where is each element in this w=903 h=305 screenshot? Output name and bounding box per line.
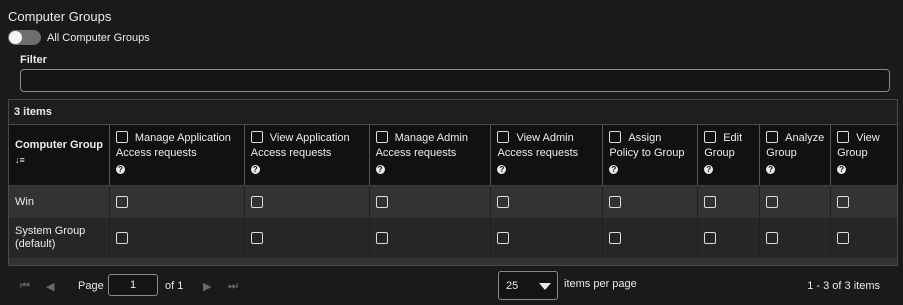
permissions-grid: 3 items Computer Group ↓≡ Manage Applica… (8, 99, 898, 266)
column-header-assign-policy: Assign Policy to Group ? (603, 125, 699, 185)
page-count-label: of 1 (165, 280, 184, 292)
help-icon[interactable]: ? (837, 165, 847, 174)
header-checkbox[interactable] (766, 131, 779, 143)
range-label: 1 - 3 of 3 items (807, 280, 880, 292)
help-icon[interactable]: ? (497, 165, 507, 174)
column-header-computer-group[interactable]: Computer Group ↓≡ (9, 125, 110, 185)
cell-checkbox[interactable] (760, 218, 832, 258)
cell-checkbox[interactable] (370, 186, 492, 218)
column-header-label: Computer Group (15, 139, 103, 151)
first-page-icon[interactable]: ⏮ (20, 280, 30, 293)
header-checkbox[interactable] (250, 131, 263, 143)
column-header-analyze-group: Analyze Group ? (760, 125, 832, 185)
cell-checkbox[interactable] (831, 186, 897, 218)
cell-checkbox[interactable] (603, 186, 699, 218)
checkbox[interactable] (766, 196, 779, 208)
all-groups-toggle[interactable] (8, 30, 41, 45)
checkbox[interactable] (375, 232, 388, 244)
column-header-view-admin-access: View Admin Access requests ? (491, 125, 604, 185)
toggle-knob (9, 31, 22, 44)
checkbox[interactable] (766, 232, 779, 244)
checkbox[interactable] (497, 196, 510, 208)
chevron-down-icon (539, 283, 551, 290)
all-groups-toggle-row: All Computer Groups (8, 30, 150, 45)
cell-checkbox[interactable] (245, 186, 370, 218)
column-header-edit-group: Edit Group ? (698, 125, 761, 185)
cell-checkbox[interactable] (110, 186, 245, 218)
cell-checkbox[interactable] (603, 218, 699, 258)
filter-input[interactable] (20, 69, 890, 92)
column-header-label: View Admin Access requests (497, 132, 579, 159)
items-per-page-select[interactable]: 25 (498, 271, 558, 300)
per-page-value: 25 (506, 279, 519, 292)
checkbox[interactable] (115, 196, 128, 208)
next-page-icon[interactable]: ▶ (203, 280, 211, 293)
header-checkbox[interactable] (115, 131, 128, 143)
table-row[interactable]: Win (9, 186, 897, 218)
page-title: Computer Groups (8, 9, 112, 24)
group-name: System Group (default) (9, 218, 110, 258)
checkbox[interactable] (609, 232, 622, 244)
page-number-input[interactable] (108, 274, 158, 296)
checkbox[interactable] (704, 232, 717, 244)
items-per-page-label: items per page (564, 278, 637, 290)
sort-descending-icon[interactable]: ↓≡ (15, 153, 105, 168)
header-checkbox[interactable] (375, 131, 388, 143)
grid-header: Computer Group ↓≡ Manage Application Acc… (9, 125, 897, 186)
header-checkbox[interactable] (609, 131, 622, 143)
table-row-partial (9, 258, 897, 265)
help-icon[interactable]: ? (704, 165, 714, 174)
cell-checkbox[interactable] (110, 218, 245, 258)
last-page-icon[interactable]: ⏭ (228, 280, 238, 293)
cell-checkbox[interactable] (698, 218, 761, 258)
column-header-manage-admin-access: Manage Admin Access requests ? (370, 125, 492, 185)
column-header-view-app-access: View Application Access requests ? (245, 125, 370, 185)
cell-checkbox[interactable] (698, 186, 761, 218)
table-row[interactable]: System Group (default) (9, 218, 897, 258)
column-header-manage-app-access: Manage Application Access requests ? (110, 125, 245, 185)
filter-label: Filter (20, 54, 47, 66)
header-checkbox[interactable] (497, 131, 510, 143)
checkbox[interactable] (837, 196, 850, 208)
column-header-label: Manage Application Access requests (115, 132, 231, 159)
checkbox[interactable] (837, 232, 850, 244)
help-icon[interactable]: ? (766, 165, 776, 174)
help-icon[interactable]: ? (609, 165, 619, 174)
page-label: Page (78, 280, 104, 292)
cell-checkbox[interactable] (491, 186, 604, 218)
column-header-label: Manage Admin Access requests (375, 132, 468, 159)
item-count: 3 items (9, 100, 897, 125)
toggle-label: All Computer Groups (47, 31, 150, 44)
checkbox[interactable] (115, 232, 128, 244)
checkbox[interactable] (250, 196, 263, 208)
help-icon[interactable]: ? (375, 165, 385, 174)
cell-checkbox[interactable] (370, 218, 492, 258)
prev-page-icon[interactable]: ◀ (46, 280, 54, 293)
help-icon[interactable]: ? (250, 165, 260, 174)
cell-checkbox[interactable] (491, 218, 604, 258)
group-name: Win (9, 186, 110, 218)
checkbox[interactable] (497, 232, 510, 244)
checkbox[interactable] (375, 196, 388, 208)
cell-checkbox[interactable] (245, 218, 370, 258)
column-header-label: View Application Access requests (250, 132, 350, 159)
checkbox[interactable] (250, 232, 263, 244)
header-checkbox[interactable] (837, 131, 850, 143)
pagination-bar: ⏮ ◀ Page of 1 ▶ ⏭ 25 items per page 1 - … (8, 271, 898, 301)
cell-checkbox[interactable] (760, 186, 832, 218)
checkbox[interactable] (704, 196, 717, 208)
column-header-view-group: View Group ? (831, 125, 897, 185)
header-checkbox[interactable] (704, 131, 717, 143)
help-icon[interactable]: ? (115, 165, 125, 174)
cell-checkbox[interactable] (831, 218, 897, 258)
checkbox[interactable] (609, 196, 622, 208)
